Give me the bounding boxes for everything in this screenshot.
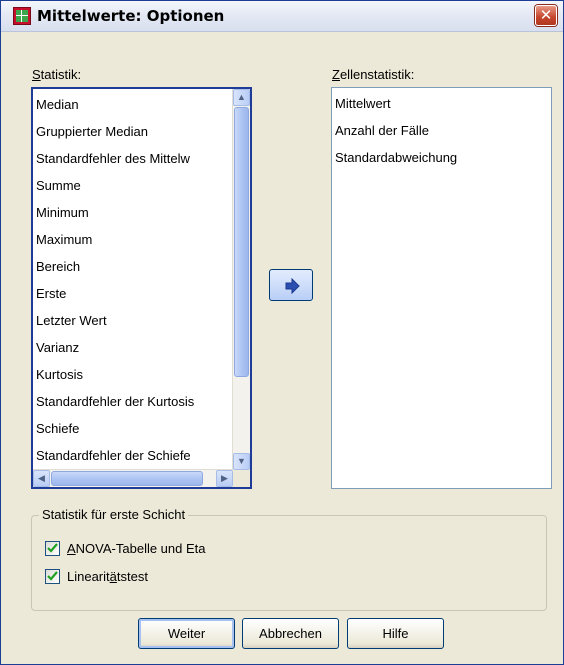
- scroll-corner: [233, 470, 250, 487]
- list-item[interactable]: Mittelwert: [335, 90, 391, 117]
- scroll-down-button[interactable]: ▼: [233, 453, 250, 470]
- list-item[interactable]: Letzter Wert: [36, 307, 230, 334]
- list-item[interactable]: Maximum: [36, 226, 230, 253]
- scroll-thumb-vertical[interactable]: [234, 107, 249, 377]
- list-item[interactable]: Minimum: [36, 199, 230, 226]
- close-button[interactable]: ✕: [535, 5, 557, 26]
- list-item[interactable]: Kurtosis: [36, 361, 230, 388]
- list-item[interactable]: Standardabweichung: [335, 144, 457, 171]
- abbrechen-button[interactable]: Abbrechen: [242, 618, 339, 649]
- hilfe-button[interactable]: Hilfe: [347, 618, 444, 649]
- statistik-hscrollbar[interactable]: ◀ ▶: [33, 469, 233, 487]
- zellenstatistik-listbox[interactable]: Mittelwert Anzahl der Fälle Standardabweic…: [331, 87, 552, 489]
- list-item[interactable]: Median: [36, 91, 230, 118]
- statistik-listbox[interactable]: Median Gruppierter Median Standardfehler d…: [31, 87, 252, 489]
- list-item[interactable]: Summe: [36, 172, 230, 199]
- list-item[interactable]: Anzahl der Fälle: [335, 117, 429, 144]
- list-item[interactable]: Standardfehler der Kurtosis: [36, 388, 230, 415]
- scroll-up-button[interactable]: ▲: [233, 89, 250, 106]
- anova-checkbox-label[interactable]: ANOVA-Tabelle und Eta: [67, 541, 206, 556]
- statistik-vscrollbar[interactable]: ▲ ▼: [232, 89, 250, 470]
- linearitaet-checkbox[interactable]: [45, 569, 60, 584]
- weiter-button[interactable]: Weiter: [138, 618, 235, 649]
- linearitaet-checkbox-label[interactable]: Linearitätstest: [67, 569, 148, 584]
- list-item[interactable]: Gruppierter Median: [36, 118, 230, 145]
- scroll-right-button[interactable]: ▶: [216, 470, 233, 487]
- dialog-title: Mittelwerte: Optionen: [37, 7, 225, 25]
- move-right-button[interactable]: [269, 269, 313, 301]
- scroll-left-button[interactable]: ◀: [33, 470, 50, 487]
- arrow-right-icon: [285, 278, 300, 294]
- list-item[interactable]: Standardfehler des Mittelw: [36, 145, 230, 172]
- zellenstatistik-label: Zellenstatistik:: [332, 67, 415, 82]
- spss-table-icon: [13, 7, 31, 25]
- title-bar[interactable]: Mittelwerte: Optionen ✕: [1, 1, 563, 32]
- checkmark-icon: [47, 543, 58, 553]
- scroll-thumb-horizontal[interactable]: [51, 471, 203, 486]
- checkmark-icon: [47, 571, 58, 581]
- options-dialog: Mittelwerte: Optionen ✕ Statistik: Media…: [0, 0, 564, 665]
- list-item[interactable]: Bereich: [36, 253, 230, 280]
- erste-schicht-groupbox: [31, 515, 547, 611]
- anova-checkbox[interactable]: [45, 541, 60, 556]
- list-item[interactable]: Erste: [36, 280, 230, 307]
- groupbox-legend: Statistik für erste Schicht: [39, 507, 189, 522]
- statistik-label: Statistik:: [32, 67, 82, 82]
- list-item[interactable]: Schiefe: [36, 415, 230, 442]
- list-item[interactable]: Varianz: [36, 334, 230, 361]
- list-item[interactable]: Standardfehler der Schiefe: [36, 442, 230, 469]
